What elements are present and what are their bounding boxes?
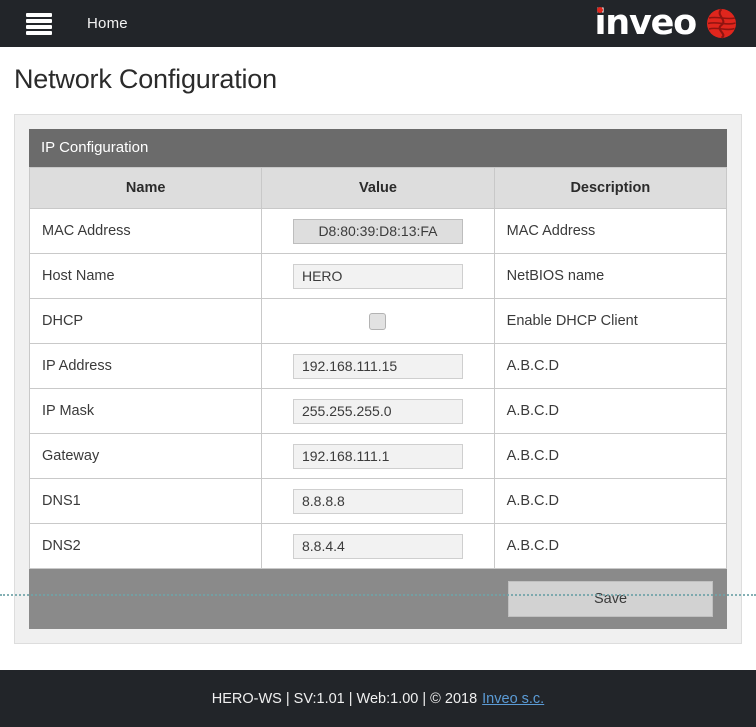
dns1-field[interactable] <box>292 488 463 514</box>
hamburger-bar <box>26 24 52 29</box>
brand-wordmark: inveo <box>594 3 697 43</box>
hamburger-bar <box>26 18 52 23</box>
row-description: Enable DHCP Client <box>493 298 728 344</box>
row-value-cell <box>261 433 495 479</box>
footer-link-inveo[interactable]: Inveo s.c. <box>482 691 544 707</box>
row-value-cell <box>261 388 495 434</box>
column-header-name: Name <box>28 167 263 209</box>
dns2-field[interactable] <box>292 533 463 559</box>
row-value-cell <box>261 478 495 524</box>
table-row: Host Name NetBIOS name <box>28 253 728 299</box>
page-title: Network Configuration <box>14 64 277 94</box>
config-card: IP Configuration Name Value Description … <box>14 114 742 644</box>
column-header-value: Value <box>261 167 495 209</box>
row-label: IP Mask <box>28 388 263 434</box>
mac-address-field[interactable] <box>292 218 463 244</box>
table-row: DHCP Enable DHCP Client <box>28 298 728 344</box>
row-description: A.B.C.D <box>493 388 728 434</box>
row-label: DHCP <box>28 298 263 344</box>
hamburger-menu-icon[interactable] <box>26 12 52 35</box>
brand-wordmark-text: inveo <box>594 3 697 43</box>
inveo-globe-icon <box>705 7 738 40</box>
host-name-field[interactable] <box>292 263 463 289</box>
panel-heading: IP Configuration <box>29 129 727 167</box>
row-label: Gateway <box>28 433 263 479</box>
row-description: A.B.C.D <box>493 523 728 569</box>
row-value-cell <box>261 253 495 299</box>
row-label: DNS1 <box>28 478 263 524</box>
table-row: Gateway A.B.C.D <box>28 433 728 479</box>
nav-item-home[interactable]: Home <box>87 15 128 32</box>
row-description: A.B.C.D <box>493 343 728 389</box>
hamburger-bar <box>26 12 52 17</box>
row-label: IP Address <box>28 343 263 389</box>
row-description: A.B.C.D <box>493 433 728 479</box>
table-header-row: Name Value Description <box>28 167 728 209</box>
page-footer: HERO-WS | SV:1.01 | Web:1.00 | © 2018 In… <box>0 670 756 727</box>
table-row: MAC Address MAC Address <box>28 208 728 254</box>
table-row: DNS2 A.B.C.D <box>28 523 728 569</box>
row-value-cell <box>261 208 495 254</box>
column-header-description: Description <box>493 167 728 209</box>
row-value-cell <box>261 523 495 569</box>
row-description: A.B.C.D <box>493 478 728 524</box>
table-row: DNS1 A.B.C.D <box>28 478 728 524</box>
save-button[interactable]: Save <box>508 581 713 617</box>
brand-logo: inveo <box>594 6 742 41</box>
ip-configuration-table: Name Value Description MAC Address MAC A… <box>28 167 728 569</box>
footer-text: HERO-WS | SV:1.01 | Web:1.00 | © 2018 <box>211 690 478 707</box>
row-description: MAC Address <box>493 208 728 254</box>
ip-mask-field[interactable] <box>292 398 463 424</box>
row-label: Host Name <box>28 253 263 299</box>
row-label: MAC Address <box>28 208 263 254</box>
dhcp-checkbox[interactable] <box>369 312 387 330</box>
row-value-cell <box>261 343 495 389</box>
ip-address-field[interactable] <box>292 353 463 379</box>
hamburger-bar <box>26 30 52 35</box>
row-label: DNS2 <box>28 523 263 569</box>
table-row: IP Address A.B.C.D <box>28 343 728 389</box>
form-action-bar: Save <box>29 569 727 629</box>
row-value-cell <box>261 298 495 344</box>
top-navbar: Home inveo <box>0 0 756 47</box>
row-description: NetBIOS name <box>493 253 728 299</box>
table-row: IP Mask A.B.C.D <box>28 388 728 434</box>
gateway-field[interactable] <box>292 443 463 469</box>
